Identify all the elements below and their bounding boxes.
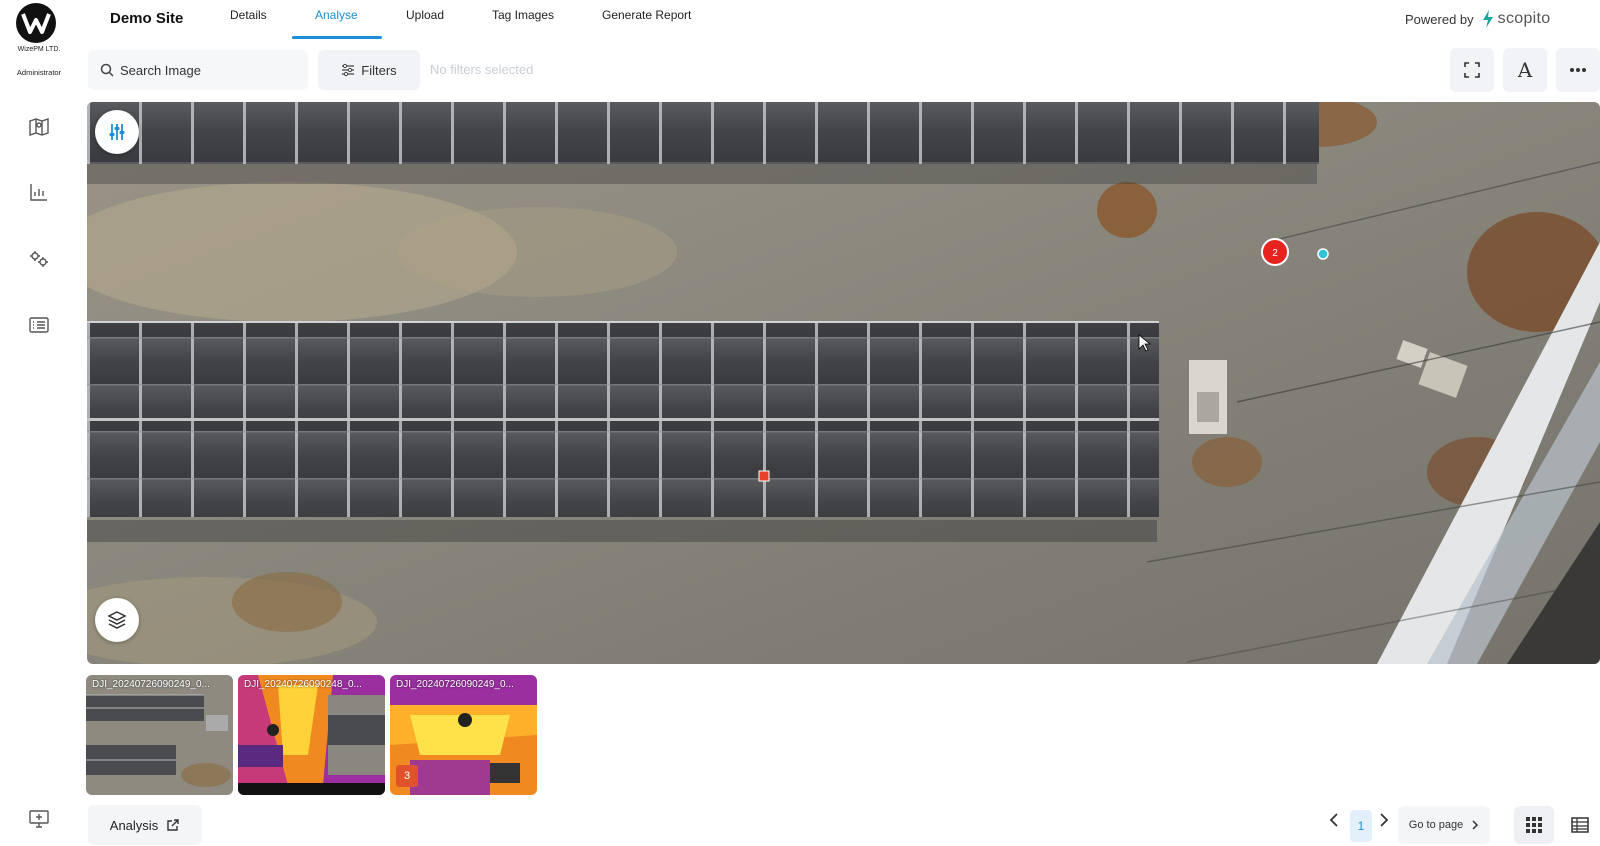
site-title: Demo Site	[110, 10, 184, 27]
tab-analyse[interactable]: Analyse	[315, 8, 358, 38]
scopito-logo-icon	[1482, 10, 1493, 28]
font-letter-icon: A	[1517, 58, 1533, 82]
thumbnail-label: DJI_20240726090248_0...	[244, 679, 362, 690]
adjustments-button[interactable]	[95, 110, 139, 154]
no-filters-text: No filters selected	[430, 62, 534, 77]
external-link-icon	[167, 819, 179, 831]
layers-button[interactable]	[95, 598, 139, 642]
prev-page-button[interactable]	[1328, 812, 1340, 828]
tab-generate-report[interactable]: Generate Report	[602, 8, 691, 38]
user-role: Administrator	[16, 68, 62, 77]
search-icon	[100, 63, 114, 77]
font-button[interactable]: A	[1503, 48, 1547, 92]
fullscreen-icon	[1464, 62, 1480, 78]
chevron-right-icon	[1472, 820, 1479, 830]
annotation-count-badge: 3	[396, 765, 418, 787]
thumbnail-thermal[interactable]: DJI_20240726090248_0...	[238, 675, 385, 795]
image-viewer[interactable]: 2	[87, 102, 1600, 664]
org-name: WizePM LTD.	[17, 46, 61, 53]
fullscreen-button[interactable]	[1450, 48, 1494, 92]
adjustments-icon	[109, 124, 125, 140]
square-marker[interactable]	[758, 470, 770, 482]
next-page-button[interactable]	[1378, 812, 1390, 828]
brand-name: scopito	[1497, 10, 1551, 27]
go-to-page-button[interactable]: Go to page	[1398, 806, 1490, 844]
settings-gears-icon[interactable]	[24, 244, 54, 274]
svg-text:2: 2	[1272, 248, 1278, 259]
thumbnail-image	[86, 675, 233, 795]
thumbnail-label: DJI_20240726090249_0...	[92, 679, 210, 690]
thumbnail-label: DJI_20240726090249_0...	[396, 679, 514, 690]
more-options-button[interactable]	[1556, 48, 1600, 92]
org-logo[interactable]	[13, 2, 59, 48]
active-tab-indicator	[292, 36, 382, 39]
report-list-icon[interactable]	[24, 310, 54, 340]
brand-logo: scopito	[1481, 10, 1551, 28]
thumbnail-rgb[interactable]: DJI_20240726090249_0...	[86, 675, 233, 795]
filters-label: Filters	[361, 62, 397, 78]
map-icon[interactable]	[24, 112, 54, 142]
powered-by-label: Powered by	[1405, 11, 1474, 27]
go-to-page-label: Go to page	[1408, 819, 1464, 831]
tab-details[interactable]: Details	[230, 8, 267, 38]
aerial-solar-image: 2	[87, 102, 1600, 664]
bar-chart-icon[interactable]	[24, 177, 54, 207]
analysis-button[interactable]: Analysis	[88, 805, 202, 845]
thumbnail-thermal-selected[interactable]: DJI_20240726090249_0... 3	[390, 675, 537, 795]
grid-view-button[interactable]	[1514, 806, 1554, 844]
chevron-left-icon	[1329, 813, 1338, 827]
point-marker[interactable]	[1317, 248, 1329, 260]
table-view-icon	[1571, 817, 1589, 833]
filters-button[interactable]: Filters	[318, 50, 420, 90]
monitor-add-icon[interactable]	[24, 804, 54, 834]
more-dots-icon	[1570, 68, 1586, 72]
chevron-right-icon	[1380, 813, 1389, 827]
current-page[interactable]: 1	[1350, 810, 1372, 842]
grid-view-icon	[1526, 817, 1542, 833]
analysis-label: Analysis	[109, 817, 159, 833]
layers-icon	[107, 611, 127, 629]
thumbnail-image	[238, 675, 385, 795]
list-view-button[interactable]	[1560, 806, 1600, 844]
search-box[interactable]	[88, 50, 308, 90]
search-input[interactable]	[120, 62, 290, 78]
sidebar: WizePM LTD. Administrator	[0, 0, 78, 846]
sliders-icon	[342, 63, 355, 77]
tab-upload[interactable]: Upload	[406, 8, 444, 38]
powered-by: Powered by scopito	[1405, 10, 1550, 28]
tab-tag-images[interactable]: Tag Images	[492, 8, 554, 38]
issue-marker-2[interactable]: 2	[1261, 238, 1289, 266]
